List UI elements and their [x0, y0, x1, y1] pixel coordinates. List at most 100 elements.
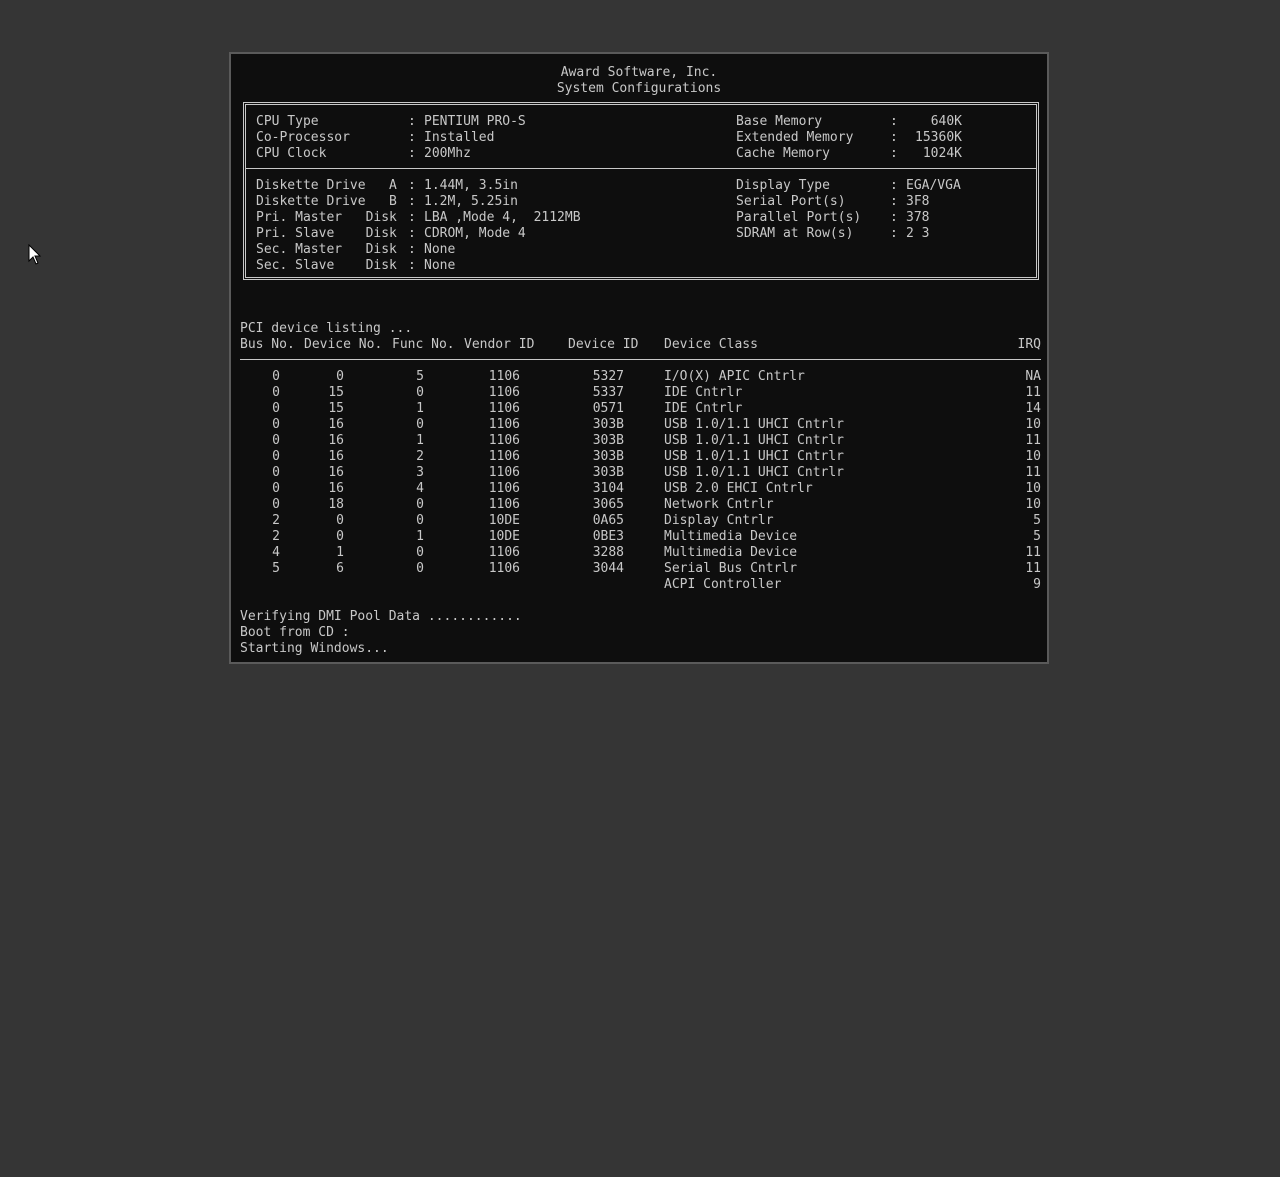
label-colon: : — [890, 226, 898, 241]
coprocessor-label: Co-Processor — [256, 130, 350, 145]
cell-device-id: 0571 — [592, 401, 624, 416]
cell-device-id: 303B — [592, 417, 624, 432]
header-device-id: Device ID — [568, 337, 639, 352]
cell-class: Multimedia Device — [664, 545, 798, 560]
bios-screen: Award Software, Inc. System Configuratio… — [229, 52, 1049, 664]
dmi-verify-message: Verifying DMI Pool Data ............ — [240, 609, 522, 624]
label-colon: : — [408, 210, 416, 225]
cell-bus: 0 — [272, 369, 280, 384]
mouse-pointer-icon — [28, 244, 42, 265]
header-bus-no: Bus No. — [240, 337, 295, 352]
header-irq: IRQ — [1017, 337, 1041, 352]
cell-func: 3 — [416, 465, 424, 480]
cell-class: IDE Cntrlr — [664, 401, 743, 416]
cell-vendor: 1106 — [488, 481, 520, 496]
cell-class: USB 1.0/1.1 UHCI Cntrlr — [664, 433, 845, 448]
cell-bus: 0 — [272, 449, 280, 464]
header-func-no: Func No. — [392, 337, 455, 352]
cell-bus: 0 — [272, 481, 280, 496]
cpu-type-value: PENTIUM PRO-S — [424, 114, 526, 129]
cell-irq: 11 — [1025, 561, 1041, 576]
label-colon: : — [408, 258, 416, 273]
cell-irq: 5 — [1033, 529, 1041, 544]
cell-func: 4 — [416, 481, 424, 496]
header-device-class: Device Class — [664, 337, 758, 352]
sdram-rows-label: SDRAM at Row(s) — [736, 226, 854, 241]
cell-irq: 10 — [1025, 481, 1041, 496]
cell-irq: 11 — [1025, 385, 1041, 400]
cell-bus: 0 — [272, 385, 280, 400]
cell-vendor: 10DE — [488, 529, 520, 544]
cell-device-id: 3104 — [592, 481, 624, 496]
cell-device: 0 — [336, 513, 344, 528]
header-device-no: Device No. — [304, 337, 383, 352]
cell-class: Network Cntrlr — [664, 497, 774, 512]
base-memory-value: 640K — [930, 114, 962, 129]
cell-irq: 11 — [1025, 433, 1041, 448]
cell-irq: 10 — [1025, 417, 1041, 432]
label-colon: : — [890, 210, 898, 225]
cell-func: 0 — [416, 513, 424, 528]
cell-class: USB 1.0/1.1 UHCI Cntrlr — [664, 417, 845, 432]
cell-device: 6 — [336, 561, 344, 576]
cell-device-id: 0A65 — [592, 513, 624, 528]
cell-irq: 14 — [1025, 401, 1041, 416]
cell-irq: 11 — [1025, 545, 1041, 560]
sec-slave-value: None — [424, 258, 456, 273]
cell-device-id: 3065 — [592, 497, 624, 512]
cache-memory-value: 1024K — [922, 146, 962, 161]
label-colon: : — [890, 194, 898, 209]
cell-device: 16 — [328, 465, 344, 480]
display-type-value: EGA/VGA — [906, 178, 961, 193]
cell-vendor: 1106 — [488, 497, 520, 512]
cell-bus: 2 — [272, 529, 280, 544]
starting-windows-message: Starting Windows... — [240, 641, 389, 656]
cell-device: 16 — [328, 433, 344, 448]
cell-func: 1 — [416, 401, 424, 416]
label-colon: : — [890, 130, 898, 145]
pri-master-label: Pri. Master Disk — [256, 210, 397, 225]
cell-bus: 0 — [272, 401, 280, 416]
cell-device: 0 — [336, 369, 344, 384]
base-memory-label: Base Memory — [736, 114, 823, 129]
cell-device: 16 — [328, 417, 344, 432]
cell-irq: 5 — [1033, 513, 1041, 528]
cache-memory-label: Cache Memory — [736, 146, 830, 161]
parallel-ports-label: Parallel Port(s) — [736, 210, 862, 225]
cell-device: 15 — [328, 401, 344, 416]
cpu-clock-label: CPU Clock — [256, 146, 327, 161]
header-vendor-id: Vendor ID — [464, 337, 535, 352]
page-title: System Configurations — [556, 81, 722, 96]
label-colon: : — [408, 242, 416, 257]
cell-func: 0 — [416, 545, 424, 560]
system-info-box: CPU Type : PENTIUM PRO-S Co-Processor : … — [243, 102, 1039, 280]
extended-memory-value: 15360K — [915, 130, 962, 145]
cell-bus: 2 — [272, 513, 280, 528]
cell-device-id: 0BE3 — [592, 529, 624, 544]
cell-irq: 10 — [1025, 497, 1041, 512]
cell-device-id: 303B — [592, 465, 624, 480]
cell-device: 15 — [328, 385, 344, 400]
cell-bus: 4 — [272, 545, 280, 560]
vendor-name: Award Software, Inc. — [560, 65, 718, 80]
diskette-b-value: 1.2M, 5.25in — [424, 194, 518, 209]
cell-bus: 5 — [272, 561, 280, 576]
coprocessor-value: Installed — [424, 130, 495, 145]
cell-class: Serial Bus Cntrlr — [664, 561, 798, 576]
cell-func: 0 — [416, 497, 424, 512]
pri-master-value: LBA ,Mode 4, 2112MB — [424, 210, 581, 225]
cell-vendor: 10DE — [488, 513, 520, 528]
cell-vendor: 1106 — [488, 385, 520, 400]
extended-memory-label: Extended Memory — [736, 130, 854, 145]
cell-vendor: 1106 — [488, 417, 520, 432]
cell-class: USB 1.0/1.1 UHCI Cntrlr — [664, 449, 845, 464]
pci-listing-title: PCI device listing ... — [240, 321, 413, 336]
label-colon: : — [890, 178, 898, 193]
parallel-ports-value: 378 — [906, 210, 930, 225]
cell-device: 1 — [336, 545, 344, 560]
cell-class: USB 2.0 EHCI Cntrlr — [664, 481, 813, 496]
cell-func: 0 — [416, 561, 424, 576]
label-colon: : — [408, 114, 416, 129]
sec-master-value: None — [424, 242, 456, 257]
cell-device-id: 303B — [592, 433, 624, 448]
